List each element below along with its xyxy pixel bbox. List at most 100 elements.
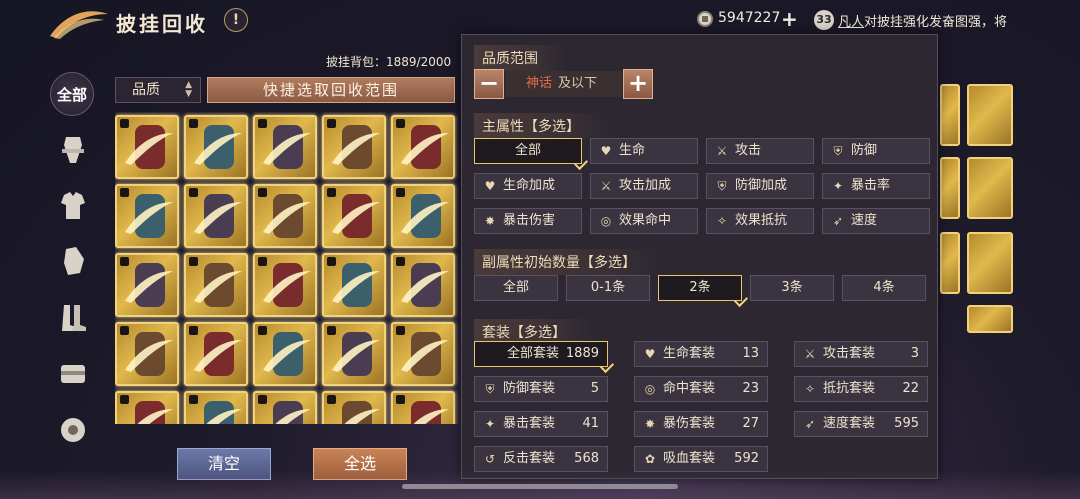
info-button[interactable]: ! [224, 8, 248, 32]
shield-plus-icon: ⛨ [717, 179, 727, 193]
item-slot[interactable] [967, 305, 1013, 333]
item-slot[interactable] [322, 322, 386, 386]
item-slot[interactable] [184, 115, 248, 179]
sidebar-item-accessory[interactable] [50, 408, 96, 452]
item-slot[interactable] [391, 184, 455, 248]
sub-attr-option[interactable]: 4条 [842, 275, 926, 301]
item-slot[interactable] [115, 322, 179, 386]
main-attr-option[interactable]: ✸ 暴击伤害 [474, 208, 582, 234]
item-grid [115, 112, 460, 424]
item-slot[interactable] [184, 184, 248, 248]
sub-attr-option[interactable]: 3条 [750, 275, 834, 301]
item-slot[interactable] [184, 253, 248, 317]
sub-attr-option[interactable]: 0-1条 [566, 275, 650, 301]
set-option[interactable]: ◎ 命中套装 23 [634, 376, 768, 402]
crit-icon: ✦ [484, 417, 496, 431]
recycle-filter-popup: 品质范围 − 神话 及以下 + 主属性【多选】 全部 ♥ 生命 ⚔ 攻击 ⛨ 防御 ♥ 生命加成 ⚔… [461, 34, 938, 479]
option-count: 1889 [565, 346, 599, 361]
sidebar-item-all[interactable]: 全部 [50, 72, 94, 116]
item-slot[interactable] [322, 253, 386, 317]
item-slot[interactable] [115, 391, 179, 424]
main-attr-option[interactable]: 全部 [474, 138, 589, 171]
item-slot[interactable] [115, 115, 179, 179]
sword-icon: ⚔ [804, 347, 816, 361]
main-attr-option[interactable]: ◎ 效果命中 [590, 208, 698, 234]
selected-highlight-swoosh [275, 409, 311, 424]
set-option[interactable]: ⛨ 防御套装 5 [474, 376, 608, 402]
option-count: 13 [742, 346, 759, 361]
item-slot[interactable] [391, 253, 455, 317]
add-coin-button[interactable]: + [781, 7, 798, 31]
item-slot[interactable] [253, 322, 317, 386]
sidebar-item-gauntlet[interactable] [50, 240, 96, 284]
selected-highlight-swoosh [401, 340, 449, 372]
item-slot[interactable] [391, 115, 455, 179]
item-slot[interactable] [184, 322, 248, 386]
set-option[interactable]: ♥ 生命套装 13 [634, 341, 768, 367]
item-slot[interactable] [115, 253, 179, 317]
item-slot[interactable] [253, 253, 317, 317]
item-slot[interactable] [184, 391, 248, 424]
item-slot[interactable] [940, 84, 960, 146]
main-attr-option[interactable]: ⚔ 攻击 [706, 138, 814, 164]
option-label: 暴击率 [851, 178, 891, 193]
selected-highlight-swoosh [263, 340, 311, 372]
chat-username[interactable]: 凡人 [838, 15, 864, 30]
item-slot[interactable] [967, 84, 1013, 146]
item-slot[interactable] [967, 157, 1013, 219]
item-slot[interactable] [253, 115, 317, 179]
shield-icon: ⛨ [833, 144, 843, 158]
sub-attr-option[interactable]: 2条 [658, 275, 749, 308]
main-attr-option[interactable]: ✦ 暴击率 [822, 173, 930, 199]
page-title: 披挂回收 [116, 12, 208, 36]
home-indicator [402, 484, 678, 489]
item-slot[interactable] [322, 184, 386, 248]
item-slot[interactable] [253, 184, 317, 248]
set-option[interactable]: ➶ 速度套装 595 [794, 411, 928, 437]
set-option[interactable]: ✧ 抵抗套装 22 [794, 376, 928, 402]
main-attr-option[interactable]: ♥ 生命 [590, 138, 698, 164]
sort-arrows-icon: ▲ ▼ [185, 80, 192, 99]
quality-increase-button[interactable]: + [623, 69, 653, 99]
selected-highlight-swoosh [332, 133, 380, 165]
sidebar-item-weapon[interactable] [50, 128, 96, 172]
resist-icon: ✧ [804, 382, 816, 396]
coin-amount: 5947227 [718, 10, 781, 26]
item-slot[interactable] [322, 391, 386, 424]
main-attr-option[interactable]: ➶ 速度 [822, 208, 930, 234]
sidebar-item-armor[interactable] [50, 184, 96, 228]
item-slot[interactable] [940, 157, 960, 219]
quick-select-range-button[interactable]: 快捷选取回收范围 [207, 77, 455, 103]
option-count: 41 [582, 416, 599, 431]
main-attr-option[interactable]: ⛨ 防御 [822, 138, 930, 164]
chat-broadcast[interactable]: 凡人对披挂强化发奋图强，将 [838, 11, 1007, 30]
set-option[interactable]: ✦ 暴击套装 41 [474, 411, 608, 437]
item-slot[interactable] [253, 391, 317, 424]
main-attr-option[interactable]: ⛨ 防御加成 [706, 173, 814, 199]
main-attr-option[interactable]: ⚔ 攻击加成 [590, 173, 698, 199]
set-option[interactable]: ↺ 反击套装 568 [474, 446, 608, 472]
set-option[interactable]: 全部套装 1889 [474, 341, 615, 374]
option-label: 命中套装 [663, 381, 716, 396]
selected-highlight-swoosh [332, 202, 380, 234]
set-option[interactable]: ⚔ 攻击套装 3 [794, 341, 928, 367]
selected-highlight-swoosh [125, 133, 173, 165]
quality-decrease-button[interactable]: − [474, 69, 504, 99]
item-slot[interactable] [115, 184, 179, 248]
sidebar-item-belt[interactable] [50, 352, 96, 396]
counter-icon: ↺ [484, 452, 496, 466]
set-option[interactable]: ✿ 吸血套装 592 [634, 446, 768, 472]
quality-suffix: 及以下 [558, 76, 598, 91]
item-slot[interactable] [940, 232, 960, 294]
main-attr-option[interactable]: ♥ 生命加成 [474, 173, 582, 199]
sidebar-item-boots[interactable] [50, 296, 96, 340]
item-slot[interactable] [391, 391, 455, 424]
item-slot[interactable] [391, 322, 455, 386]
item-slot[interactable] [967, 232, 1013, 294]
sub-attr-option[interactable]: 全部 [474, 275, 558, 301]
set-option[interactable]: ✸ 暴伤套装 27 [634, 411, 768, 437]
resist-icon: ✧ [716, 214, 728, 228]
main-attr-option[interactable]: ✧ 效果抵抗 [706, 208, 814, 234]
quality-sort-select[interactable]: 品质 ▲ ▼ [115, 77, 201, 103]
item-slot[interactable] [322, 115, 386, 179]
